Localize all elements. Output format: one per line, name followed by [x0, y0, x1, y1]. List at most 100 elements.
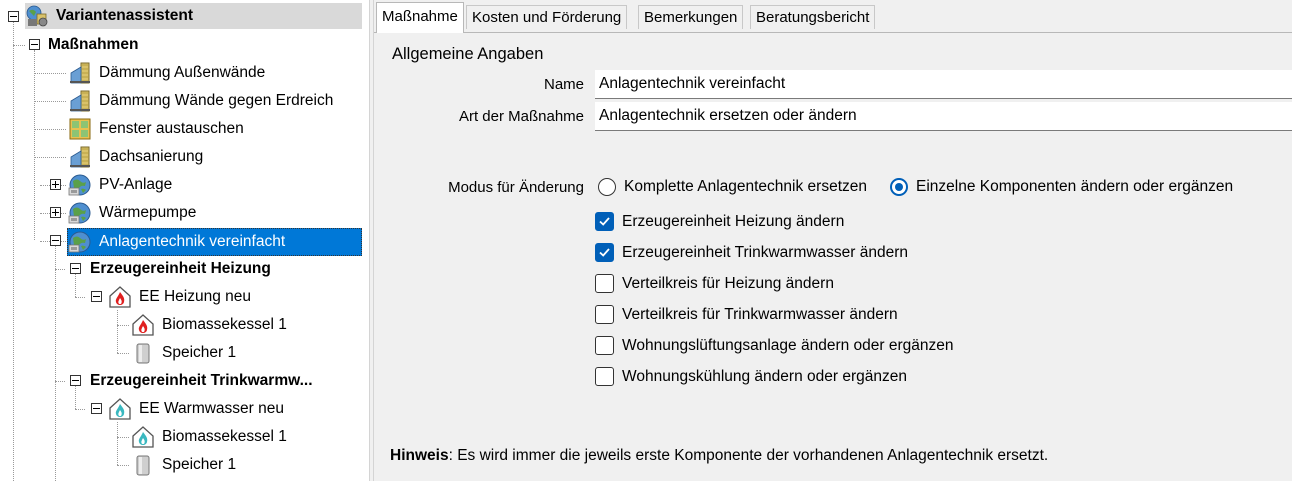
- hint-text: Hinweis: Es wird immer die jeweils erste…: [390, 447, 1048, 465]
- checkbox-erzeugereinheit-trinkwarmwasser[interactable]: Erzeugereinheit Trinkwarmwasser ändern: [595, 243, 908, 262]
- checkbox-label: Erzeugereinheit Trinkwarmwasser ändern: [622, 243, 909, 261]
- tree-node-label: Speicher 1: [162, 344, 237, 361]
- art-label: Art der Maßnahme: [458, 108, 584, 125]
- tree-connector: [13, 45, 25, 46]
- tree-item-anlagentechnik-vereinfacht[interactable]: Anlagentechnik vereinfacht: [67, 228, 362, 256]
- tree-node-label: Erzeugereinheit Trinkwarmw...: [90, 372, 313, 389]
- name-field[interactable]: Anlagentechnik vereinfacht: [595, 70, 1292, 99]
- tree-group-erzeugereinheit-trinkwarmwasser[interactable]: Erzeugereinheit Trinkwarmw...: [87, 368, 316, 394]
- radio-indicator: [598, 178, 616, 196]
- checkmark-icon: [599, 248, 610, 257]
- tree-node-label: Dachsanierung: [99, 148, 204, 165]
- tree-item-speicher-heizung[interactable]: Speicher 1: [131, 340, 239, 366]
- collapse-toggle[interactable]: [70, 375, 81, 386]
- tree-node-label: EE Warmwasser neu: [139, 400, 284, 417]
- tree-node-label: Wärmepumpe: [99, 204, 197, 221]
- tree-connector: [34, 50, 35, 240]
- tree-connector: [75, 409, 85, 410]
- tree-item-ee-heizung-neu[interactable]: EE Heizung neu: [108, 284, 254, 310]
- hint-label: Hinweis: [390, 447, 449, 464]
- tree-item-ee-warmwasser-neu[interactable]: EE Warmwasser neu: [108, 396, 287, 422]
- checkbox-indicator: [595, 367, 614, 386]
- collapse-toggle[interactable]: [8, 11, 19, 22]
- section-title: Allgemeine Angaben: [392, 45, 544, 63]
- tree-connector: [34, 101, 66, 102]
- tab-bar: Maßnahme Kosten und Förderung Bemerkunge…: [374, 0, 1292, 33]
- checkbox-wohnungskuehlung[interactable]: Wohnungskühlung ändern oder ergänzen: [595, 367, 907, 386]
- tree-item-fenster[interactable]: Fenster austauschen: [68, 116, 247, 142]
- tab-bemerkungen[interactable]: Bemerkungen: [638, 5, 744, 29]
- tree-item-biomassekessel-warmwasser[interactable]: Biomassekessel 1: [131, 424, 290, 450]
- roof-insulation-icon: [68, 145, 92, 169]
- radio-komplette-anlagentechnik[interactable]: Komplette Anlagentechnik ersetzen: [598, 178, 867, 196]
- window-icon: [68, 117, 92, 141]
- checkbox-erzeugereinheit-heizung[interactable]: Erzeugereinheit Heizung ändern: [595, 212, 844, 231]
- tab-page-massnahme: Allgemeine Angaben Name Anlagentechnik v…: [374, 32, 1292, 481]
- expand-toggle[interactable]: [50, 207, 61, 218]
- tree-connector: [117, 437, 129, 438]
- tree-item-daemmung-erdreich[interactable]: Dämmung Wände gegen Erdreich: [68, 88, 336, 114]
- tab-beratungsbericht[interactable]: Beratungsbericht: [750, 5, 876, 29]
- tree-item-biomassekessel-heizung[interactable]: Biomassekessel 1: [131, 312, 290, 338]
- collapse-toggle[interactable]: [91, 403, 102, 414]
- hot-water-house-icon: [108, 397, 132, 421]
- collapse-toggle[interactable]: [50, 235, 61, 246]
- wall-insulation-icon: [68, 89, 92, 113]
- tree-item-speicher-warmwasser[interactable]: Speicher 1: [131, 452, 239, 478]
- tree-node-label: Biomassekessel 1: [162, 316, 287, 333]
- collapse-toggle[interactable]: [70, 263, 81, 274]
- checkbox-verteilkreis-heizung[interactable]: Verteilkreis für Heizung ändern: [595, 274, 834, 293]
- collapse-toggle[interactable]: [29, 39, 40, 50]
- tree-node-label: Erzeugereinheit Heizung: [90, 260, 271, 277]
- checkbox-indicator: [595, 305, 614, 324]
- system-globe-icon: [68, 173, 92, 197]
- collapse-toggle[interactable]: [91, 291, 102, 302]
- tree-connector: [117, 353, 129, 354]
- tree-node-label: Fenster austauschen: [99, 120, 244, 137]
- tree-connector: [117, 310, 118, 353]
- tree-item-dachsanierung[interactable]: Dachsanierung: [68, 144, 206, 170]
- tree-connector: [34, 157, 66, 158]
- tree-connector: [75, 274, 76, 297]
- tree-node-label: Variantenassistent: [56, 7, 193, 24]
- checkbox-verteilkreis-trinkwarmwasser[interactable]: Verteilkreis für Trinkwarmwasser ändern: [595, 305, 898, 324]
- checkbox-label: Erzeugereinheit Heizung ändern: [622, 212, 845, 230]
- radio-einzelne-komponenten[interactable]: Einzelne Komponenten ändern oder ergänze…: [890, 178, 1233, 196]
- detail-panel: Maßnahme Kosten und Förderung Bemerkunge…: [374, 0, 1292, 481]
- tree-connector: [13, 22, 14, 481]
- variant-assistant-icon: [25, 4, 49, 28]
- tree-root-variantenassistent[interactable]: Variantenassistent: [25, 3, 362, 29]
- tree-connector: [55, 381, 65, 382]
- checkbox-wohnungslueftungsanlage[interactable]: Wohnungslüftungsanlage ändern oder ergän…: [595, 336, 954, 355]
- tree-connector: [34, 73, 66, 74]
- tree-connector: [34, 129, 66, 130]
- tree-node-label: Dämmung Außenwände: [99, 64, 266, 81]
- tree-group-massnahmen[interactable]: Maßnahmen: [45, 32, 141, 58]
- tree-item-pv-anlage[interactable]: PV-Anlage: [68, 172, 175, 198]
- tree-item-daemmung-aussenwaende[interactable]: Dämmung Außenwände: [68, 60, 268, 86]
- hint-message: : Es wird immer die jeweils erste Kompon…: [448, 447, 1049, 464]
- storage-tank-icon: [131, 341, 155, 365]
- navigation-tree[interactable]: Variantenassistent Maßnahmen Dämmung Auß…: [0, 0, 369, 481]
- radio-label: Komplette Anlagentechnik ersetzen: [624, 178, 867, 195]
- biomass-water-icon: [131, 425, 155, 449]
- tree-connector: [117, 465, 129, 466]
- tree-node-label: Biomassekessel 1: [162, 428, 287, 445]
- tree-connector: [55, 269, 65, 270]
- tree-item-waermepumpe[interactable]: Wärmepumpe: [68, 200, 199, 226]
- tab-massnahme[interactable]: Maßnahme: [376, 2, 464, 33]
- checkbox-label: Verteilkreis für Trinkwarmwasser ändern: [622, 305, 898, 323]
- expand-toggle[interactable]: [50, 179, 61, 190]
- tree-connector: [55, 246, 56, 481]
- system-globe-icon: [68, 230, 92, 254]
- tree-node-label: Maßnahmen: [48, 36, 139, 53]
- storage-tank-icon: [131, 453, 155, 477]
- tree-connector: [75, 386, 76, 409]
- tab-kosten-und-foerderung[interactable]: Kosten und Förderung: [466, 5, 628, 29]
- art-field[interactable]: Anlagentechnik ersetzen oder ändern: [595, 102, 1292, 131]
- name-label: Name: [543, 76, 584, 93]
- tree-node-label: Dämmung Wände gegen Erdreich: [99, 92, 334, 109]
- tree-group-erzeugereinheit-heizung[interactable]: Erzeugereinheit Heizung: [87, 256, 274, 282]
- heating-house-icon: [108, 285, 132, 309]
- tree-connector: [117, 325, 129, 326]
